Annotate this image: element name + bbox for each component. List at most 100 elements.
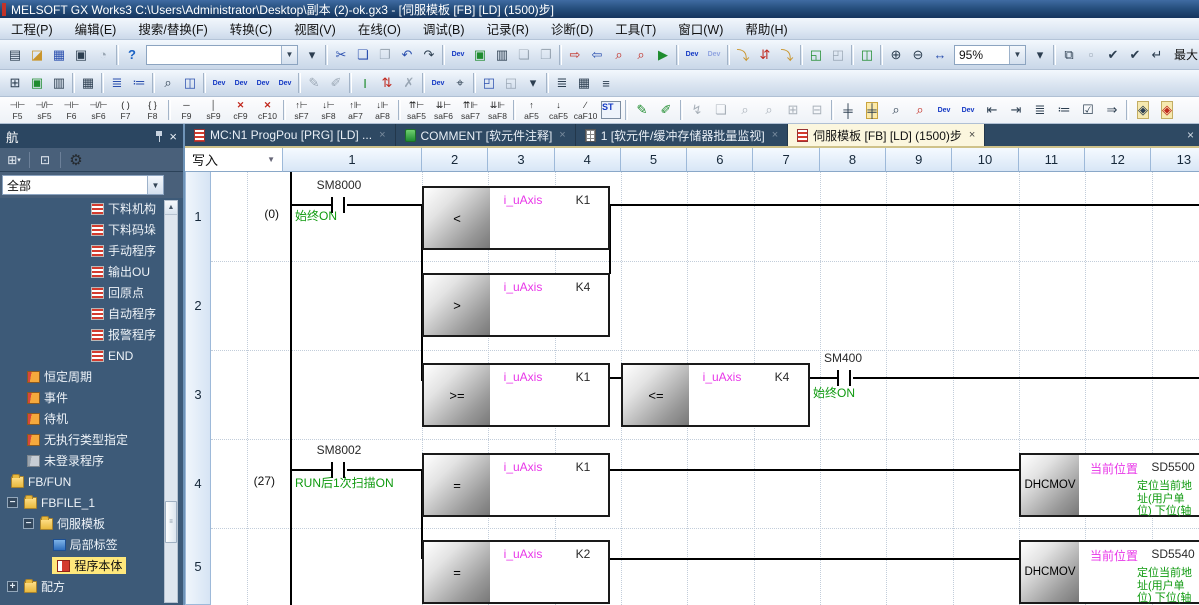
compare-block[interactable]: >= i_uAxis K1: [422, 363, 610, 427]
coil-button[interactable]: ( )F7: [112, 98, 139, 123]
nav-tree-item[interactable]: 未登录程序: [0, 450, 183, 471]
hk-tool-icon[interactable]: ▥: [48, 72, 70, 94]
device-multi-icon[interactable]: Dev: [252, 72, 274, 94]
new-file-icon[interactable]: ▤: [4, 44, 26, 66]
contact-device-label[interactable]: SM8000: [307, 178, 371, 192]
lightning-icon[interactable]: ↯: [685, 99, 709, 121]
find-window-icon[interactable]: ◫: [179, 72, 201, 94]
device-list-icon[interactable]: Dev: [230, 72, 252, 94]
help-icon[interactable]: ?: [121, 44, 143, 66]
window-monitor2-icon[interactable]: ◰: [827, 44, 849, 66]
window-dim-icon[interactable]: ◱: [500, 72, 522, 94]
history-icon[interactable]: ◔: [92, 44, 114, 66]
close-icon[interactable]: ×: [772, 129, 778, 141]
open-file-icon[interactable]: ◪: [26, 44, 48, 66]
block-arg2[interactable]: SD5540: [1147, 547, 1199, 561]
rising-contact-button[interactable]: ⇈⊢saF5: [403, 98, 430, 123]
block-arg2[interactable]: K4: [755, 370, 809, 384]
device-search-icon[interactable]: ⌖: [449, 72, 471, 94]
window-monitor-icon[interactable]: ◱: [805, 44, 827, 66]
nav-tree-item[interactable]: 自动程序: [0, 303, 183, 324]
wire-tool-active-icon[interactable]: ╪: [860, 99, 884, 121]
nav-tree-item[interactable]: + 配方: [0, 576, 183, 597]
delete-vline-button[interactable]: ✕cF10: [254, 98, 281, 123]
watch-window-icon[interactable]: ◫: [856, 44, 878, 66]
menu-item[interactable]: 视图(V): [283, 18, 347, 39]
insert-line-icon[interactable]: ⊞: [781, 99, 805, 121]
snippet-icon[interactable]: ⧉: [1058, 44, 1080, 66]
print-icon[interactable]: ▣: [70, 44, 92, 66]
vertical-line-button[interactable]: │sF9: [200, 98, 227, 123]
overflow2-icon[interactable]: ▾: [522, 72, 544, 94]
check-icon[interactable]: ✔: [1102, 44, 1124, 66]
zoom-overflow-icon[interactable]: ▾: [1029, 44, 1051, 66]
menu-item[interactable]: 搜索/替换(F): [127, 18, 218, 39]
device-jump-icon[interactable]: Dev: [956, 99, 980, 121]
return-icon[interactable]: ↵: [1146, 44, 1168, 66]
list2-icon[interactable]: ≣: [551, 72, 573, 94]
program-edit2-icon[interactable]: ✐: [325, 72, 347, 94]
expander-icon[interactable]: +: [7, 581, 18, 592]
nav-tree-item[interactable]: 局部标签: [0, 534, 183, 555]
nav-tree-item[interactable]: 下料码垛: [0, 219, 183, 240]
block-arg2[interactable]: K4: [556, 280, 610, 294]
copy-document-icon[interactable]: ❏: [709, 99, 733, 121]
find-coil-icon[interactable]: ⌕: [908, 99, 932, 121]
menu-item[interactable]: 记录(R): [476, 18, 540, 39]
list-view-icon[interactable]: ≣: [106, 72, 128, 94]
device-test2-icon[interactable]: Dev: [703, 44, 725, 66]
filter-combo[interactable]: 全部 ▼: [2, 175, 164, 195]
module-chip-icon[interactable]: ▦: [77, 72, 99, 94]
block-arg1[interactable]: 当前位置: [1083, 460, 1145, 477]
menu-item[interactable]: 诊断(D): [540, 18, 604, 39]
fit-width-icon[interactable]: ↔: [929, 44, 951, 66]
toolbar-overflow-icon[interactable]: ▾: [301, 44, 323, 66]
rising-pulse-button[interactable]: ↑⊢sF7: [288, 98, 315, 123]
tab-mc-n1-progpou[interactable]: MC:N1 ProgPou [PRG] [LD] ... ×: [185, 124, 396, 146]
device-batch-icon[interactable]: Dev: [274, 72, 296, 94]
menu-item[interactable]: 调试(B): [412, 18, 476, 39]
block-arg1[interactable]: i_uAxis: [490, 370, 556, 384]
compare-block[interactable]: = i_uAxis K2: [422, 540, 610, 604]
nav-tree-item[interactable]: 恒定周期: [0, 366, 183, 387]
nav-tree-item[interactable]: 输出OU: [0, 261, 183, 282]
contact-device-label[interactable]: SM400: [811, 351, 875, 365]
menu-item[interactable]: 窗口(W): [667, 18, 734, 39]
block-arg1[interactable]: i_uAxis: [490, 547, 556, 561]
align-list-icon[interactable]: ≣: [1028, 99, 1052, 121]
find-icon[interactable]: ⌕: [157, 72, 179, 94]
edit-statement-icon[interactable]: ✐: [654, 99, 678, 121]
rising-pulse-branch-button[interactable]: ↑⊩aF7: [342, 98, 369, 123]
block-arg1[interactable]: i_uAxis: [490, 280, 556, 294]
delete-line-icon[interactable]: ⊟: [805, 99, 829, 121]
program-edit-icon[interactable]: ✎: [303, 72, 325, 94]
compare-block[interactable]: > i_uAxis K4: [422, 273, 610, 337]
ladder-editor[interactable]: 写入 ▼ 12345678910111213 12345: [185, 148, 1199, 605]
monitor-window-icon[interactable]: ▣: [26, 72, 48, 94]
monitor-start-icon[interactable]: ▶: [652, 44, 674, 66]
blank-icon[interactable]: ▫: [1080, 44, 1102, 66]
menu-item[interactable]: 帮助(H): [734, 18, 798, 39]
list-detail-icon[interactable]: ≔: [128, 72, 150, 94]
wire-tool-icon[interactable]: ╪: [836, 99, 860, 121]
indent-right-icon[interactable]: ⇥: [1004, 99, 1028, 121]
plc-verify2-icon[interactable]: ⌕: [630, 44, 652, 66]
scrollbar-thumb[interactable]: ≡: [165, 501, 177, 543]
tree-view-icon[interactable]: ⊞: [4, 72, 26, 94]
block-arg2[interactable]: K2: [556, 547, 610, 561]
block-arg2[interactable]: SD5500: [1147, 460, 1199, 474]
check2-icon[interactable]: ✔: [1124, 44, 1146, 66]
invert-result-button[interactable]: ∕caF10: [572, 98, 599, 123]
falling-contact-button[interactable]: ⇊⊢saF6: [430, 98, 457, 123]
io-check-icon[interactable]: ⇅: [376, 72, 398, 94]
horizontal-line-button[interactable]: ─F9: [173, 98, 200, 123]
open-branch-button[interactable]: ⊣⊢F6: [58, 98, 85, 123]
expander-icon[interactable]: −: [23, 518, 34, 529]
compare-block[interactable]: <= i_uAxis K4: [621, 363, 810, 427]
paste-icon[interactable]: ❐: [374, 44, 396, 66]
device-find-icon[interactable]: Dev: [932, 99, 956, 121]
device-copy2-icon[interactable]: ❐: [535, 44, 557, 66]
check-program-icon[interactable]: ☑: [1076, 99, 1100, 121]
plc-read-icon[interactable]: ⇦: [586, 44, 608, 66]
closed-branch-button[interactable]: ⊣/⊢sF6: [85, 98, 112, 123]
